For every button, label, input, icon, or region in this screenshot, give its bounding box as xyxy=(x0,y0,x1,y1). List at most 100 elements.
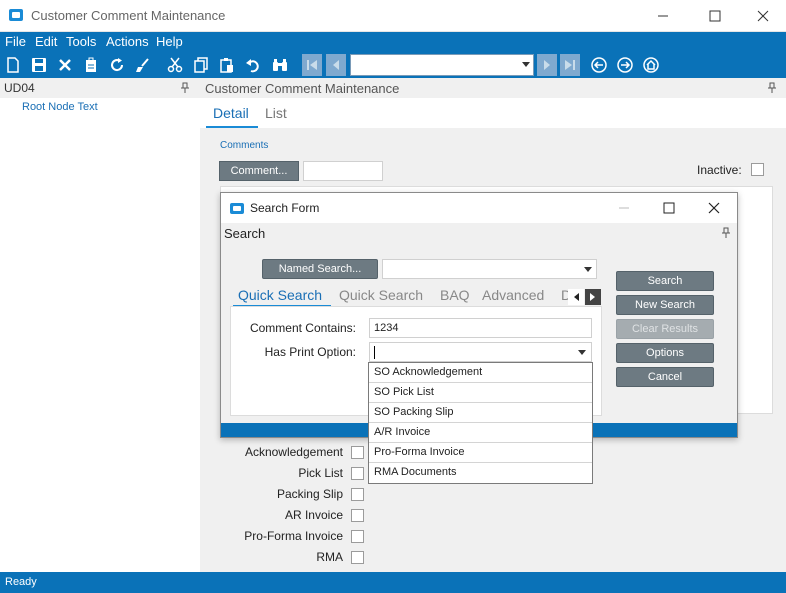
new-icon[interactable] xyxy=(3,55,23,75)
cancel-button[interactable]: Cancel xyxy=(616,367,714,387)
forward-icon[interactable] xyxy=(615,55,635,75)
inactive-label: Inactive: xyxy=(697,163,742,177)
named-search-combo[interactable] xyxy=(382,259,597,279)
next-record-icon[interactable] xyxy=(537,54,557,76)
comment-contains-label: Comment Contains: xyxy=(249,321,356,335)
tree-root-node[interactable]: Root Node Text xyxy=(22,101,98,113)
minimize-button[interactable] xyxy=(640,0,686,32)
tab-quick-search[interactable]: Quick Search xyxy=(339,287,423,303)
tab-scroll-left-icon[interactable] xyxy=(568,289,584,305)
new-search-button[interactable]: New Search xyxy=(616,295,714,315)
delete-icon[interactable] xyxy=(55,55,75,75)
tree-pane: UD04 Root Node Text xyxy=(0,78,200,572)
comments-group-label: Comments xyxy=(220,140,269,151)
maximize-button[interactable] xyxy=(692,0,738,32)
dropdown-option-rma-documents[interactable]: RMA Documents xyxy=(369,463,592,483)
chevron-down-icon xyxy=(522,62,530,67)
tab-scroll-right-icon[interactable] xyxy=(585,289,601,305)
menu-help[interactable]: Help xyxy=(156,34,183,49)
close-button[interactable] xyxy=(740,0,786,32)
chevron-down-icon xyxy=(578,350,586,355)
previous-record-icon[interactable] xyxy=(326,54,346,76)
window-title: Customer Comment Maintenance xyxy=(31,8,226,23)
title-bar: Customer Comment Maintenance xyxy=(0,0,786,32)
menu-edit[interactable]: Edit xyxy=(35,34,57,49)
attachment-icon[interactable] xyxy=(81,55,101,75)
has-print-option-label: Has Print Option: xyxy=(264,345,356,359)
comment-contains-input[interactable]: 1234 xyxy=(369,318,592,338)
first-record-icon[interactable] xyxy=(302,54,322,76)
packing-slip-checkbox[interactable] xyxy=(351,488,364,501)
status-text: Ready xyxy=(5,576,37,588)
pin-icon[interactable] xyxy=(767,82,777,94)
last-record-icon[interactable] xyxy=(560,54,580,76)
toolbar xyxy=(0,52,786,78)
dialog-subheader-title: Search xyxy=(224,226,266,241)
dropdown-option-ar-invoice[interactable]: A/R Invoice xyxy=(369,423,592,443)
record-navigator-combo[interactable] xyxy=(350,54,534,76)
save-icon[interactable] xyxy=(29,55,49,75)
menu-tools[interactable]: Tools xyxy=(66,34,96,49)
clear-icon[interactable] xyxy=(133,55,153,75)
rma-label: RMA xyxy=(316,550,343,564)
tab-baq[interactable]: BAQ xyxy=(440,287,470,303)
active-tab-indicator xyxy=(206,126,258,128)
comment-button[interactable]: Comment... xyxy=(219,161,299,181)
acknowledgement-label: Acknowledgement xyxy=(244,445,343,459)
menu-bar: File Edit Tools Actions Help xyxy=(0,32,786,52)
cut-icon[interactable] xyxy=(165,55,185,75)
app-icon xyxy=(9,9,23,21)
dropdown-option-so-acknowledgement[interactable]: SO Acknowledgement xyxy=(369,363,592,383)
pick-list-checkbox[interactable] xyxy=(351,467,364,480)
chevron-down-icon xyxy=(584,267,592,272)
tab-detail[interactable]: Detail xyxy=(213,105,249,121)
pro-forma-invoice-checkbox[interactable] xyxy=(351,530,364,543)
tree-pane-title: UD04 xyxy=(4,81,35,95)
acknowledgement-checkbox[interactable] xyxy=(351,446,364,459)
tree-pane-header: UD04 xyxy=(0,78,200,98)
text-cursor xyxy=(374,346,375,359)
close-button[interactable] xyxy=(707,201,721,215)
dialog-title-bar: Search Form xyxy=(221,193,737,223)
tab-list[interactable]: List xyxy=(265,105,287,121)
ar-invoice-label: AR Invoice xyxy=(284,508,343,522)
dropdown-option-pro-forma-invoice[interactable]: Pro-Forma Invoice xyxy=(369,443,592,463)
has-print-option-combo[interactable] xyxy=(369,342,592,362)
status-bar: Ready xyxy=(0,572,786,593)
home-icon[interactable] xyxy=(641,55,661,75)
menu-actions[interactable]: Actions xyxy=(106,34,149,49)
maximize-button[interactable] xyxy=(662,201,676,215)
packing-slip-label: Packing Slip xyxy=(276,487,343,501)
print-option-dropdown-list: SO Acknowledgement SO Pick List SO Packi… xyxy=(368,362,593,484)
rma-checkbox[interactable] xyxy=(351,551,364,564)
paste-icon[interactable] xyxy=(217,55,237,75)
search-button[interactable]: Search xyxy=(616,271,714,291)
minimize-button[interactable] xyxy=(617,201,631,215)
comment-id-field[interactable] xyxy=(303,161,383,181)
dropdown-option-so-pick-list[interactable]: SO Pick List xyxy=(369,383,592,403)
clear-results-button[interactable]: Clear Results xyxy=(616,319,714,339)
binoculars-icon[interactable] xyxy=(270,55,290,75)
main-pane-header: Customer Comment Maintenance xyxy=(200,78,786,98)
pick-list-label: Pick List xyxy=(298,466,343,480)
sheet-tabs: Detail List xyxy=(200,98,786,128)
pin-icon[interactable] xyxy=(721,227,731,239)
undo-icon[interactable] xyxy=(243,55,263,75)
dropdown-option-so-packing-slip[interactable]: SO Packing Slip xyxy=(369,403,592,423)
main-pane-title: Customer Comment Maintenance xyxy=(205,81,400,96)
copy-icon[interactable] xyxy=(191,55,211,75)
back-icon[interactable] xyxy=(589,55,609,75)
dialog-subheader: Search xyxy=(221,223,737,243)
options-button[interactable]: Options xyxy=(616,343,714,363)
ar-invoice-checkbox[interactable] xyxy=(351,509,364,522)
named-search-button[interactable]: Named Search... xyxy=(262,259,378,279)
tab-quick-search-active[interactable]: Quick Search xyxy=(238,287,322,303)
inactive-checkbox[interactable] xyxy=(751,163,764,176)
dialog-title: Search Form xyxy=(250,201,320,215)
pin-icon[interactable] xyxy=(180,82,190,94)
app-icon xyxy=(230,203,244,214)
menu-file[interactable]: File xyxy=(5,34,26,49)
pro-forma-invoice-label: Pro-Forma Invoice xyxy=(244,529,343,543)
refresh-icon[interactable] xyxy=(107,55,127,75)
tab-advanced[interactable]: Advanced xyxy=(482,287,544,303)
